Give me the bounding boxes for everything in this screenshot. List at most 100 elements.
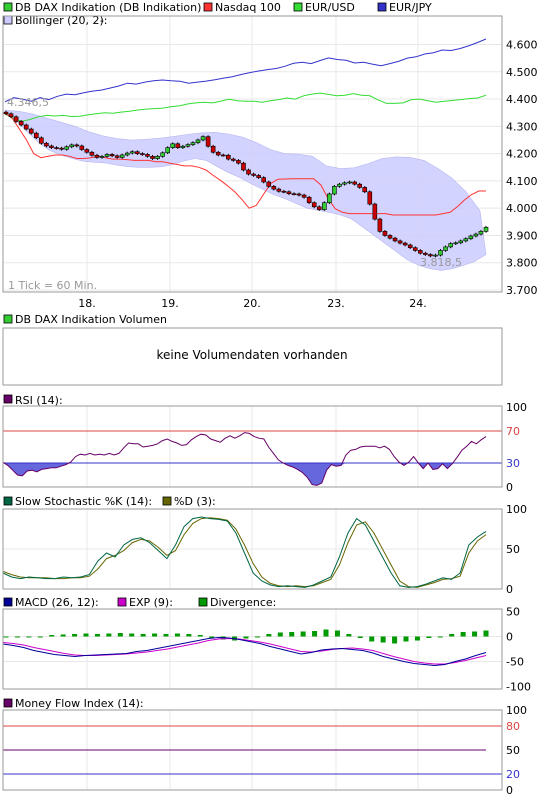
candle — [448, 243, 453, 248]
divergence-bar — [403, 636, 409, 642]
mfi-tick-label: 50 — [506, 744, 520, 757]
candle — [84, 149, 90, 153]
divergence-bar — [426, 636, 432, 638]
candle — [205, 136, 211, 147]
candle — [352, 181, 357, 185]
divergence-bar — [346, 634, 352, 637]
candle — [382, 231, 388, 236]
divergence-bar — [437, 636, 443, 638]
divergence-bar — [266, 634, 272, 637]
legend-label-stoch-k: Slow Stochastic %K (14): — [15, 495, 152, 508]
legend-label-divergence: Divergence: — [210, 596, 276, 609]
candle — [79, 145, 85, 150]
x-tick-label: 20. — [243, 297, 261, 310]
divergence-bar — [289, 632, 295, 637]
candle — [397, 240, 403, 244]
candle — [175, 143, 181, 148]
candle — [89, 151, 95, 156]
candle — [220, 154, 226, 157]
candle — [135, 151, 140, 154]
candle — [8, 113, 14, 118]
rsi-tick-label: 70 — [506, 425, 520, 438]
divergence-bar — [243, 636, 249, 639]
candle — [256, 175, 261, 178]
candle — [357, 183, 362, 188]
divergence-bar — [72, 634, 78, 637]
candle — [443, 246, 448, 251]
macd-tick-label: -100 — [506, 681, 531, 694]
candle — [392, 237, 398, 242]
candle — [59, 147, 64, 150]
divergence-bar — [14, 636, 20, 638]
candle — [266, 181, 272, 187]
divergence-bar — [129, 633, 135, 637]
divergence-bar — [60, 634, 66, 637]
candle — [124, 152, 130, 156]
candle — [291, 193, 297, 196]
legend-marker-divergence — [198, 597, 208, 607]
divergence-bar — [254, 636, 260, 638]
divergence-bar — [106, 633, 112, 637]
divergence-bar — [483, 630, 489, 637]
divergence-bar — [140, 634, 146, 637]
candle — [342, 182, 347, 185]
candle — [44, 142, 49, 147]
candle — [327, 193, 332, 204]
candle — [347, 181, 352, 184]
candle — [473, 233, 479, 237]
mfi-tick-label: 20 — [506, 768, 520, 781]
rsi-tick-label: 30 — [506, 457, 520, 470]
legend-marker-volume — [3, 314, 13, 324]
divergence-bar — [300, 631, 306, 637]
candle — [109, 154, 115, 157]
candle — [13, 116, 19, 122]
candle — [286, 191, 292, 195]
divergence-bar — [83, 633, 89, 637]
legend-marker-exp — [117, 597, 127, 607]
x-tick-label: 18. — [78, 297, 96, 310]
candle — [372, 203, 378, 220]
candle — [215, 151, 221, 156]
stoch-k-line — [2, 516, 487, 588]
candle — [236, 160, 241, 164]
candle — [367, 191, 373, 205]
legend-label-eurusd: EUR/USD — [305, 1, 355, 14]
candle — [412, 247, 418, 251]
divergence-bar — [94, 634, 100, 637]
candle — [69, 144, 74, 148]
rsi-oversold-fill — [3, 463, 486, 486]
max-value-label: 4.346,5 — [7, 96, 49, 109]
candle — [301, 194, 307, 198]
divergence-bar — [312, 631, 318, 637]
candle — [281, 190, 287, 193]
stoch-tick-label: 50 — [506, 543, 520, 556]
mfi-tick-label: 0 — [506, 784, 513, 797]
y-tick-label: 4.600 — [506, 39, 538, 52]
divergence-bar — [380, 636, 386, 643]
exp-line — [2, 637, 487, 665]
y-tick-label: 4.100 — [506, 175, 538, 188]
divergence-bar — [334, 630, 340, 637]
candle — [49, 145, 54, 148]
divergence-bar — [369, 636, 375, 642]
mfi-tick-label: 100 — [506, 704, 527, 717]
divergence-bar — [163, 634, 169, 637]
candle — [407, 244, 413, 249]
x-tick-label: 24. — [409, 297, 427, 310]
divergence-bar — [449, 634, 455, 637]
divergence-bar — [197, 635, 203, 637]
divergence-bar — [26, 636, 32, 638]
divergence-bar — [392, 636, 398, 644]
divergence-bar — [49, 635, 55, 637]
candle — [145, 154, 150, 157]
candle — [74, 144, 80, 147]
candle — [468, 235, 474, 240]
x-tick-label: 19. — [161, 297, 179, 310]
candle — [251, 173, 256, 176]
divergence-bar — [152, 633, 158, 637]
candle — [119, 154, 125, 158]
candle — [104, 154, 110, 157]
candle — [114, 155, 120, 158]
candle — [185, 144, 191, 147]
series-line-eurusd — [4, 92, 487, 122]
